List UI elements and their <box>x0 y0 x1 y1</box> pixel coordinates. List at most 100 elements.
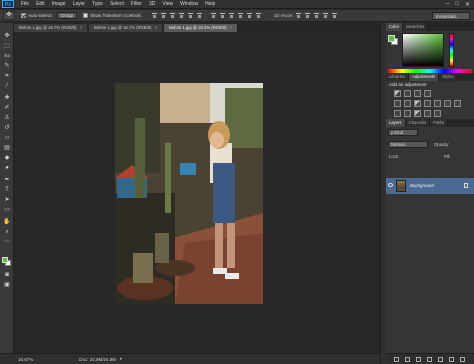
visibility-eye-icon[interactable] <box>388 183 393 187</box>
invert-icon[interactable] <box>394 110 401 117</box>
menu-help[interactable]: Help <box>205 1 215 7</box>
channel-mixer-icon[interactable] <box>444 100 451 107</box>
3d-roll-icon[interactable] <box>304 12 311 19</box>
auto-select-checkbox[interactable] <box>21 13 26 18</box>
minimize-icon[interactable]: – <box>446 1 449 8</box>
zoom-icon[interactable]: ⌕ <box>2 228 12 237</box>
auto-select-dropdown[interactable]: Group <box>56 12 78 19</box>
hue-saturation-icon[interactable] <box>404 100 411 107</box>
tab-paths[interactable]: Paths <box>430 119 448 127</box>
tab-adjustments[interactable]: Adjustments <box>409 73 440 81</box>
move-icon[interactable]: ✥ <box>2 32 12 41</box>
foreground-color-swatch[interactable] <box>2 257 8 263</box>
gradient-map-icon[interactable] <box>424 110 431 117</box>
menu-layer[interactable]: Layer <box>73 1 86 7</box>
eyedropper-icon[interactable]: ⁄ <box>2 82 12 91</box>
menu-filter[interactable]: Filter <box>131 1 142 7</box>
layer-kind-filter[interactable]: ρ Kind <box>388 129 418 136</box>
pen-icon[interactable]: ✒ <box>2 176 12 185</box>
menu-view[interactable]: View <box>162 1 173 7</box>
menu-select[interactable]: Select <box>110 1 124 7</box>
hue-slider[interactable] <box>449 33 454 67</box>
3d-slide-icon[interactable] <box>322 12 329 19</box>
delete-layer-icon[interactable] <box>460 356 465 362</box>
panel-foreground-swatch[interactable] <box>388 35 395 42</box>
posterize-icon[interactable] <box>404 110 411 117</box>
distribute-top-icon[interactable] <box>210 12 217 19</box>
distribute-hcenter-icon[interactable] <box>246 12 253 19</box>
tab-color[interactable]: Color <box>386 23 404 31</box>
tab-layers[interactable]: Layers <box>386 119 406 127</box>
color-picker-field[interactable] <box>402 33 444 67</box>
menu-window[interactable]: Window <box>180 1 198 7</box>
layer-row-background[interactable]: Background <box>386 178 474 194</box>
more-tools-icon[interactable]: ⋯ <box>2 238 12 247</box>
hand-icon[interactable]: ✋ <box>2 218 12 227</box>
close-tab-icon[interactable]: × <box>80 25 82 30</box>
brush-icon[interactable]: ✐ <box>2 104 12 113</box>
levels-icon[interactable] <box>404 90 411 97</box>
align-hcenter-icon[interactable] <box>187 12 194 19</box>
menu-file[interactable]: File <box>21 1 29 7</box>
new-layer-icon[interactable] <box>449 356 454 362</box>
quick-mask-icon[interactable]: ◙ <box>2 271 12 280</box>
photo-filter-icon[interactable] <box>434 100 441 107</box>
align-top-icon[interactable] <box>151 12 158 19</box>
dodge-icon[interactable]: ● <box>2 164 12 173</box>
eraser-icon[interactable]: ▱ <box>2 134 12 143</box>
align-left-icon[interactable] <box>178 12 185 19</box>
status-menu-arrow-icon[interactable]: ▸ <box>120 356 123 362</box>
tab-swatches[interactable]: Swatches <box>403 23 429 31</box>
close-tab-icon[interactable]: × <box>155 25 157 30</box>
tab-channels[interactable]: Channels <box>405 119 431 127</box>
quick-select-icon[interactable]: ✎ <box>2 62 12 71</box>
vibrance-icon[interactable] <box>394 100 401 107</box>
distribute-vcenter-icon[interactable] <box>219 12 226 19</box>
doc-tab-3[interactable]: Before 1.jpg @ 33.3% (RGB/8) × <box>164 24 239 32</box>
distribute-right-icon[interactable] <box>255 12 262 19</box>
link-layers-icon[interactable] <box>394 356 399 362</box>
tab-libraries[interactable]: Libraries <box>386 73 410 81</box>
selective-color-icon[interactable] <box>434 110 441 117</box>
tool-preset-picker[interactable]: ✥ <box>3 11 15 20</box>
curves-icon[interactable] <box>414 90 421 97</box>
transform-controls-checkbox[interactable] <box>83 13 89 18</box>
align-vcenter-icon[interactable] <box>160 12 167 19</box>
menu-3d[interactable]: 3D <box>149 1 155 7</box>
distribute-bottom-icon[interactable] <box>228 12 235 19</box>
close-tab-icon[interactable]: × <box>230 25 232 30</box>
new-group-icon[interactable] <box>438 356 443 362</box>
marquee-icon[interactable]: ⬚ <box>2 42 12 51</box>
menu-type[interactable]: Type <box>92 1 103 7</box>
doc-tab-1[interactable]: Before 1.jpg @ 16.7% (RGB/8) × <box>14 24 89 32</box>
healing-brush-icon[interactable]: ✚ <box>2 94 12 103</box>
color-lookup-icon[interactable] <box>454 100 461 107</box>
maximize-icon[interactable]: □ <box>455 1 459 8</box>
rectangle-icon[interactable]: ▭ <box>2 206 12 215</box>
layer-style-icon[interactable] <box>405 356 410 362</box>
tab-styles[interactable]: Styles <box>439 73 458 81</box>
close-icon[interactable]: ✕ <box>465 1 470 8</box>
lasso-icon[interactable]: ᔓ <box>2 52 12 61</box>
layer-mask-icon[interactable] <box>416 356 421 362</box>
distribute-left-icon[interactable] <box>237 12 244 19</box>
document-photo[interactable] <box>115 83 263 304</box>
type-icon[interactable]: T <box>2 186 12 195</box>
menu-image[interactable]: Image <box>52 1 66 7</box>
color-balance-icon[interactable] <box>414 100 421 107</box>
3d-rotate-icon[interactable] <box>295 12 302 19</box>
history-brush-icon[interactable]: ↺ <box>2 124 12 133</box>
black-white-icon[interactable] <box>424 100 431 107</box>
crop-icon[interactable]: ⌗ <box>2 72 12 81</box>
align-bottom-icon[interactable] <box>169 12 176 19</box>
threshold-icon[interactable] <box>414 110 421 117</box>
new-adjustment-icon[interactable] <box>427 356 432 362</box>
menu-edit[interactable]: Edit <box>36 1 45 7</box>
3d-scale-icon[interactable] <box>331 12 338 19</box>
gradient-icon[interactable]: ▤ <box>2 144 12 153</box>
screen-mode-icon[interactable]: ▣ <box>2 281 12 290</box>
doc-tab-2[interactable]: Before 1.jpg @ 16.7% (RGB/8) × <box>89 24 164 32</box>
align-right-icon[interactable] <box>196 12 203 19</box>
blur-icon[interactable]: ◆ <box>2 154 12 163</box>
zoom-level[interactable]: 16.67% <box>18 357 33 362</box>
